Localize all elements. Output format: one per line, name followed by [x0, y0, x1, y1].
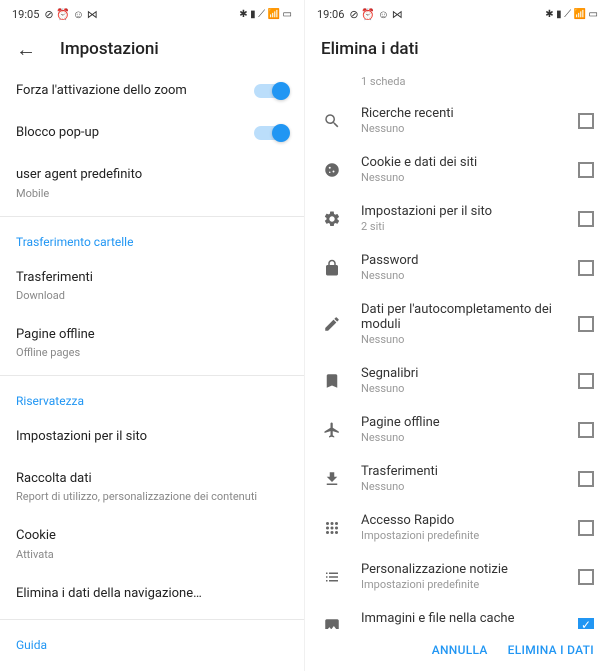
- lock-icon: [321, 259, 343, 277]
- clear-data-screen: 19:06 ⊘ ⏰ ☺ ⋈ ✱ ▮ ⟋ 📶 ▭ Elimina i dati 1…: [305, 0, 610, 671]
- status-icons-right: ✱ ▮ ⟋ 📶 ▭: [239, 9, 292, 20]
- checkbox[interactable]: [578, 162, 594, 178]
- checkbox[interactable]: [578, 260, 594, 276]
- row-user-agent[interactable]: user agent predefinito Mobile: [0, 154, 304, 211]
- checkbox[interactable]: [578, 520, 594, 536]
- row-offline-pages[interactable]: Pagine offline Offline pages: [0, 314, 304, 371]
- clear-data-list[interactable]: 1 scheda Ricerche recentiNessuno Cookie …: [305, 70, 610, 629]
- row-cookies[interactable]: Cookie e dati dei sitiNessuno: [305, 145, 610, 194]
- checkbox[interactable]: [578, 471, 594, 487]
- page-title: Elimina i dati: [321, 39, 419, 59]
- row-news-personalization[interactable]: Personalizzazione notizieImpostazioni pr…: [305, 552, 610, 601]
- airplane-icon: [321, 421, 343, 439]
- divider: [0, 619, 304, 620]
- confirm-button[interactable]: ELIMINA I DATI: [508, 643, 594, 657]
- row-site-settings[interactable]: Impostazioni per il sito2 siti: [305, 194, 610, 243]
- checkbox[interactable]: [578, 569, 594, 585]
- row-passwords[interactable]: PasswordNessuno: [305, 243, 610, 292]
- bookmark-icon: [321, 372, 343, 390]
- row-offline-pages[interactable]: Pagine offlineNessuno: [305, 405, 610, 454]
- list-icon: [321, 568, 343, 586]
- toggle-popup[interactable]: [254, 126, 288, 140]
- image-icon: [321, 617, 343, 630]
- dialog-actions: ANNULLA ELIMINA I DATI: [305, 629, 610, 671]
- row-faq[interactable]: Domande frequenti (FAQ): [0, 660, 304, 671]
- app-bar: Elimina i dati: [305, 28, 610, 70]
- settings-screen: 19:05 ⊘ ⏰ ☺ ⋈ ✱ ▮ ⟋ 📶 ▭ ← Impostazioni F…: [0, 0, 305, 671]
- checkbox[interactable]: [578, 316, 594, 332]
- back-icon[interactable]: ←: [16, 37, 36, 62]
- divider: [0, 375, 304, 376]
- pencil-icon: [321, 315, 343, 333]
- checkbox[interactable]: [578, 211, 594, 227]
- download-icon: [321, 470, 343, 488]
- row-downloads[interactable]: TrasferimentiNessuno: [305, 454, 610, 503]
- status-bar: 19:05 ⊘ ⏰ ☺ ⋈ ✱ ▮ ⟋ 📶 ▭: [0, 0, 304, 28]
- grid-icon: [321, 519, 343, 537]
- app-bar: ← Impostazioni: [0, 28, 304, 70]
- status-time: 19:05: [12, 8, 39, 21]
- gear-icon: [321, 210, 343, 228]
- checkbox[interactable]: [578, 422, 594, 438]
- section-privacy: Riservatezza: [0, 380, 304, 416]
- divider: [0, 216, 304, 217]
- status-icons-left: ⊘ ⏰ ☺ ⋈: [349, 8, 402, 21]
- row-recent-searches[interactable]: Ricerche recentiNessuno: [305, 96, 610, 145]
- checkbox[interactable]: [578, 113, 594, 129]
- row-popup-block[interactable]: Blocco pop-up: [0, 112, 304, 154]
- search-icon: [321, 112, 343, 130]
- status-icons-right: ✱ ▮ ⟋ 📶 ▭: [545, 9, 598, 20]
- status-bar: 19:06 ⊘ ⏰ ☺ ⋈ ✱ ▮ ⟋ 📶 ▭: [305, 0, 610, 28]
- checkbox[interactable]: [578, 373, 594, 389]
- cookie-icon: [321, 161, 343, 179]
- settings-list[interactable]: Forza l'attivazione dello zoom Blocco po…: [0, 70, 304, 671]
- row-force-zoom[interactable]: Forza l'attivazione dello zoom: [0, 70, 304, 112]
- section-help: Guida: [0, 624, 304, 660]
- row-clear-browsing[interactable]: Elimina i dati della navigazione…: [0, 573, 304, 615]
- row-data-collection[interactable]: Raccolta dati Report di utilizzo, person…: [0, 458, 304, 515]
- row-bookmarks[interactable]: SegnalibriNessuno: [305, 356, 610, 405]
- checkbox[interactable]: [578, 618, 594, 630]
- row-transfers[interactable]: Trasferimenti Download: [0, 257, 304, 314]
- row-cached-images[interactable]: Immagini e file nella cache360 kB: [305, 601, 610, 629]
- row-speed-dial[interactable]: Accesso RapidoImpostazioni predefinite: [305, 503, 610, 552]
- row-autofill[interactable]: Dati per l'autocompletamento dei moduliN…: [305, 292, 610, 356]
- status-time: 19:06: [317, 8, 344, 21]
- partial-row-top: 1 scheda: [305, 70, 610, 96]
- page-title: Impostazioni: [60, 39, 159, 59]
- toggle-zoom[interactable]: [254, 84, 288, 98]
- row-cookie[interactable]: Cookie Attivata: [0, 515, 304, 572]
- cancel-button[interactable]: ANNULLA: [432, 643, 488, 657]
- row-site-settings[interactable]: Impostazioni per il sito: [0, 416, 304, 458]
- section-transfer: Trasferimento cartelle: [0, 221, 304, 257]
- status-icons-left: ⊘ ⏰ ☺ ⋈: [44, 8, 97, 21]
